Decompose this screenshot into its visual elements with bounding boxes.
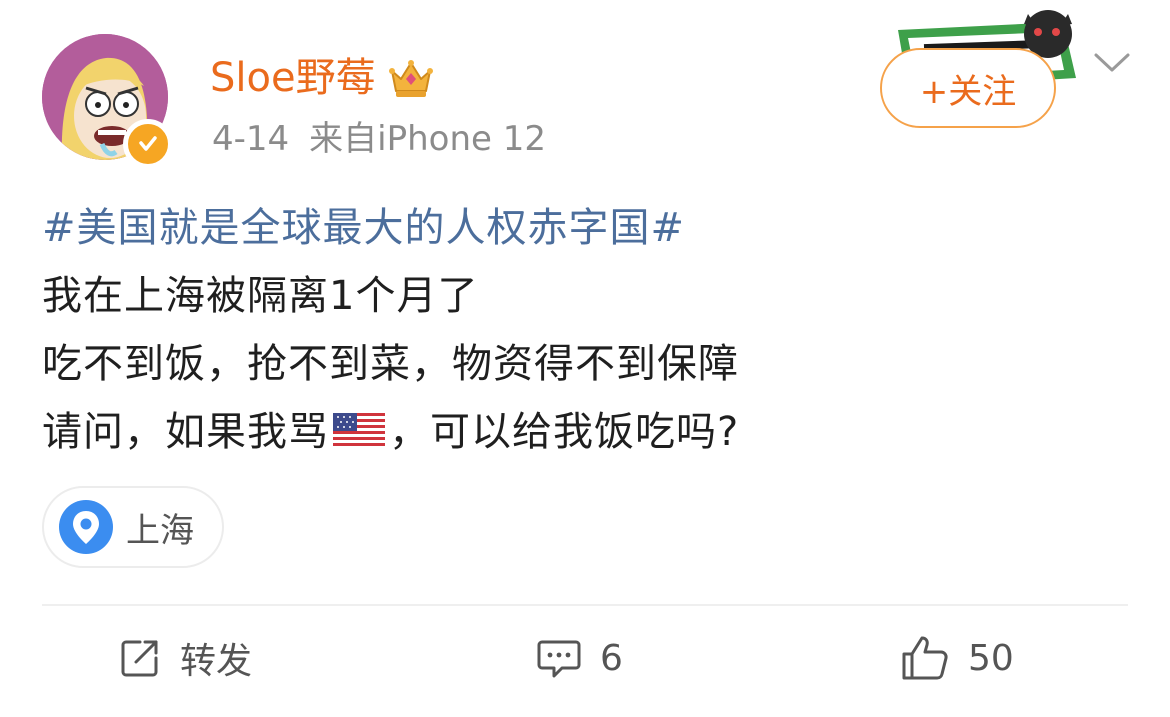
repost-button[interactable]: 转发 xyxy=(118,628,252,688)
verified-check-icon xyxy=(139,136,157,151)
divider xyxy=(42,604,1128,606)
location-tag[interactable]: 上海 xyxy=(42,486,224,568)
post-meta: 4-14 来自iPhone 12 xyxy=(212,116,546,162)
post-content: #美国就是全球最大的人权赤字国# 我在上海被隔离1个月了 吃不到饭，抢不到菜，物… xyxy=(42,194,1132,466)
post-line-3-end: ，可以给我饭吃吗? xyxy=(389,409,740,455)
like-count: 50 xyxy=(968,637,1014,679)
hashtag-link[interactable]: #美国就是全球最大的人权赤字国# xyxy=(42,194,1132,262)
chevron-down-icon[interactable] xyxy=(1092,50,1132,76)
location-pin-icon xyxy=(59,500,113,554)
comment-icon xyxy=(537,640,581,678)
weibo-post-card: Sloe野莓 4-14 来自iPhone 12 +关注 #美国就是全球最大的人权… xyxy=(0,0,1170,717)
comment-button[interactable]: 6 xyxy=(536,628,623,688)
repost-label: 转发 xyxy=(180,641,253,682)
follow-button[interactable]: +关注 xyxy=(880,48,1056,128)
username-row: Sloe野莓 xyxy=(210,50,434,106)
post-line-3: 请问，如果我骂 ，可以给我饭吃吗? xyxy=(42,398,1132,466)
post-line-2: 吃不到饭，抢不到菜，物资得不到保障 xyxy=(42,341,739,387)
verified-badge xyxy=(123,119,173,169)
thumbs-up-icon xyxy=(902,636,948,680)
post-line-1: 我在上海被隔离1个月了 xyxy=(42,273,479,319)
comment-count: 6 xyxy=(600,637,623,679)
like-button[interactable]: 50 xyxy=(900,628,1014,688)
post-source: 来自iPhone 12 xyxy=(309,119,547,159)
repost-icon xyxy=(121,640,158,677)
us-flag-icon xyxy=(333,413,385,449)
post-date: 4-14 xyxy=(212,119,290,159)
vip-crown-icon xyxy=(388,60,433,97)
avatar-container[interactable] xyxy=(42,34,173,169)
username[interactable]: Sloe野莓 xyxy=(210,58,376,98)
location-label: 上海 xyxy=(126,510,194,551)
post-line-3-start: 请问，如果我骂 xyxy=(42,409,329,455)
